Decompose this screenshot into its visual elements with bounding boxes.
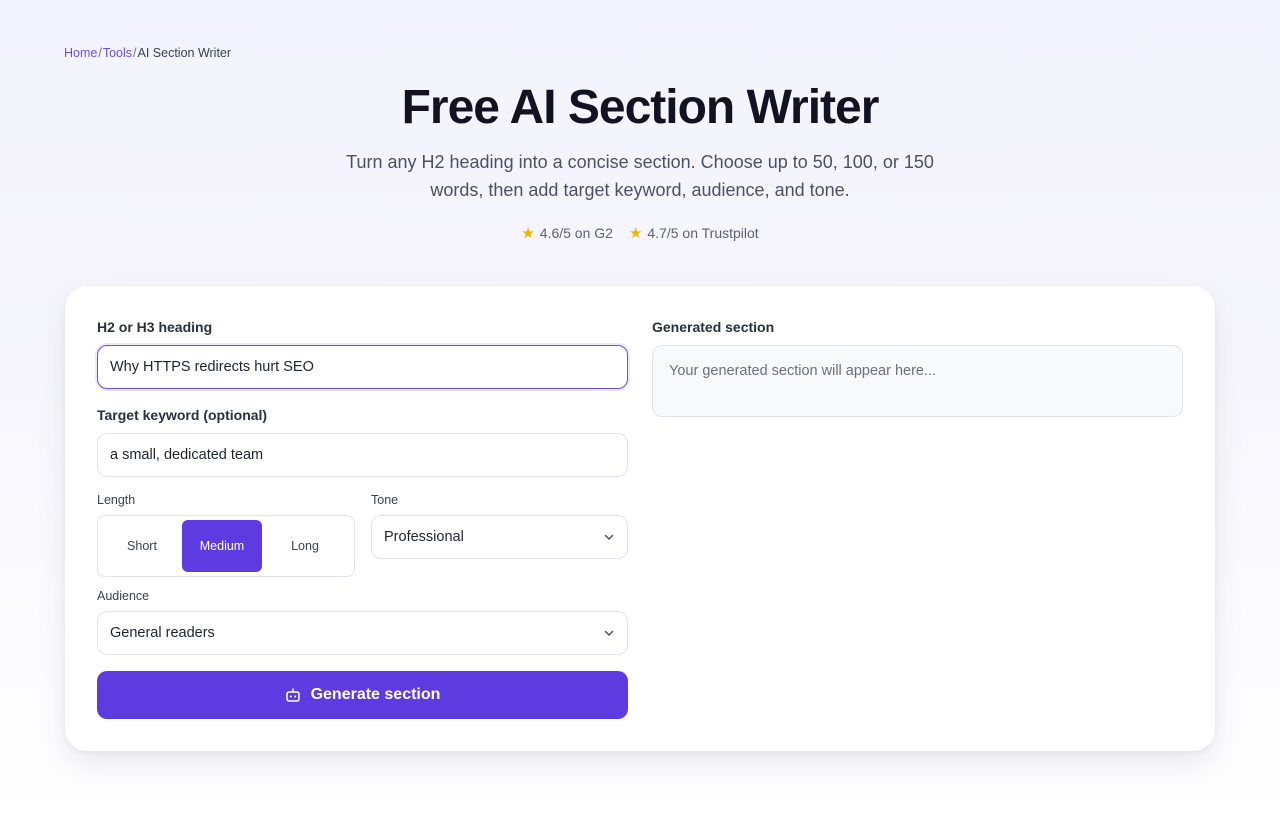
tone-select-value: Professional [384,529,464,545]
page-subtitle: Turn any H2 heading into a concise secti… [346,152,934,200]
length-label: Length [97,493,136,507]
audience-label: Audience [97,589,150,603]
breadcrumb: Home/Tools/AI Section Writer [64,46,231,60]
breadcrumb-separator: / [133,46,137,60]
heading-input[interactable]: Why HTTPS redirects hurt SEO [97,345,628,389]
length-segmented-control: Short Medium Long [97,515,355,577]
length-option-medium[interactable]: Medium [182,520,262,572]
breadcrumb-home-link[interactable]: Home [64,46,97,60]
ratings: ★ 4.6/5 on G2 ★ 4.7/5 on Trustpilot [0,225,1280,241]
output-label: Generated section [652,319,775,335]
rating-trustpilot: ★ 4.7/5 on Trustpilot [629,225,759,241]
generate-section-button[interactable]: Generate section [97,671,628,719]
generated-section-output: Your generated section will appear here.… [652,345,1183,417]
rating-g2-text: 4.6/5 on G2 [539,225,613,241]
audience-select-value: General readers [110,625,215,641]
breadcrumb-current: AI Section Writer [137,46,232,60]
heading-label: H2 or H3 heading [97,319,213,335]
star-icon: ★ [521,224,535,242]
chevron-down-icon [604,534,614,540]
keyword-label: Target keyword (optional) [97,407,268,423]
breadcrumb-tools-link[interactable]: Tools [103,46,132,60]
tone-select[interactable]: Professional [371,515,628,559]
keyword-input[interactable]: a small, dedicated team [97,433,628,477]
rating-g2: ★ 4.6/5 on G2 [521,225,613,241]
audience-select[interactable]: General readers [97,611,628,655]
heading-input-value: Why HTTPS redirects hurt SEO [110,359,314,375]
page-title: Free AI Section Writer [401,81,880,134]
breadcrumb-separator: / [98,46,102,60]
length-option-short[interactable]: Short [102,520,182,572]
robot-icon [285,688,300,702]
tool-card: H2 or H3 heading Why HTTPS redirects hur… [65,286,1215,751]
keyword-input-value: a small, dedicated team [110,447,264,463]
rating-trustpilot-text: 4.7/5 on Trustpilot [647,225,759,241]
chevron-down-icon [604,630,614,636]
output-placeholder: Your generated section will appear here.… [669,363,937,379]
star-icon: ★ [628,224,643,242]
length-option-long[interactable]: Long [262,520,348,572]
generate-section-label: Generate section [310,686,441,703]
tone-label: Tone [371,493,399,507]
